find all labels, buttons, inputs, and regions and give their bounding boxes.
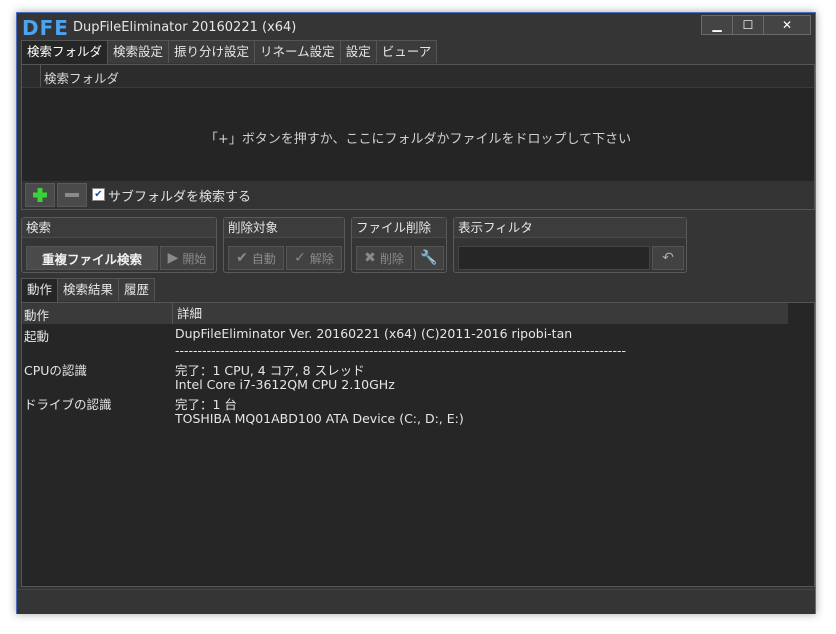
release-button[interactable]: ✓ 解除 [286,246,342,270]
plus-icon [33,188,47,202]
x-icon: ✖ [364,250,376,266]
log-detail: ----------------------------------------… [175,343,627,358]
start-button[interactable]: ▶ 開始 [160,246,214,270]
minimize-button[interactable]: ▁ [701,15,733,35]
app-logo: DFE [22,16,69,40]
window-title: DupFileEliminator 20160221 (x64) [73,20,297,35]
tab-search-results[interactable]: 検索結果 [57,278,120,301]
maximize-icon: ☐ [742,18,754,32]
action-log[interactable]: 動作 詳細 起動 DupFileEliminator Ver. 20160221… [21,302,815,587]
tab-viewer[interactable]: ビューア [375,40,438,63]
tab-search-folder[interactable]: 検索フォルダ [21,40,109,65]
folder-list-header: 検索フォルダ [22,65,814,88]
undo-icon: ↶ [662,250,674,266]
delete-options-button[interactable]: 🔧 [414,246,444,270]
delete-button[interactable]: ✖ 削除 [356,246,412,270]
play-icon: ▶ [167,250,179,266]
log-row[interactable]: TOSHIBA MQ01ABD100 ATA Device (C:, D:, E… [22,411,802,428]
minimize-icon: ▁ [712,18,722,32]
search-group-title: 検索 [22,218,216,238]
add-folder-button[interactable] [25,183,55,207]
file-delete-title: ファイル削除 [352,218,446,238]
log-header-detail[interactable]: 詳細 [172,303,788,324]
delete-target-group: 削除対象 ✔ 自動 ✓ 解除 [223,217,345,273]
display-filter-input[interactable] [458,246,650,270]
tab-history[interactable]: 履歴 [118,278,156,301]
log-tabs: 動作 検索結果 履歴 [21,278,156,303]
log-row[interactable]: ドライブの認識 完了：1 台 [22,394,802,412]
check-icon: ✔ [94,188,103,200]
log-detail: TOSHIBA MQ01ABD100 ATA Device (C:, D:, E… [175,411,464,426]
tab-action[interactable]: 動作 [21,278,59,303]
auto-button[interactable]: ✔ 自動 [228,246,284,270]
minus-icon [65,193,79,197]
display-filter-title: 表示フィルタ [454,218,686,238]
duplicate-search-button[interactable]: 重複ファイル検索 [26,246,158,270]
maximize-button[interactable]: ☐ [732,15,764,35]
tab-rename-settings[interactable]: リネーム設定 [254,40,341,63]
main-tabs: 検索フォルダ 検索設定 振り分け設定 リネーム設定 設定 ビューア [21,40,438,65]
close-icon: ✕ [781,18,793,32]
duplicate-search-label: 重複ファイル検索 [41,251,142,267]
file-delete-group: ファイル削除 ✖ 削除 🔧 [351,217,447,273]
delete-label: 削除 [379,251,404,266]
log-row[interactable]: Intel Core i7-3612QM CPU 2.10GHz [22,377,802,394]
delete-target-title: 削除対象 [224,218,344,238]
folder-column-header[interactable]: 検索フォルダ [44,68,119,87]
auto-label: 自動 [251,251,276,266]
subfolder-checkbox[interactable]: ✔ [92,188,105,201]
display-filter-group: 表示フィルタ ↶ [453,217,687,273]
drop-hint-text: 「+」ボタンを押すか、ここにフォルダかファイルをドロップして下さい [204,132,632,147]
log-header-action[interactable]: 動作 [24,305,170,324]
search-folder-list[interactable]: 検索フォルダ 「+」ボタンを押すか、ここにフォルダかファイルをドロップして下さい… [21,64,815,210]
tab-sort-settings[interactable]: 振り分け設定 [168,40,256,63]
log-row[interactable]: ----------------------------------------… [22,343,802,360]
log-header: 動作 詳細 [22,303,788,324]
folder-toolbar: ✔ サブフォルダを検索する [22,181,814,209]
app-window: DFE DupFileEliminator 20160221 (x64) ▁ ☐… [16,12,816,614]
check-icon: ✔ [236,250,248,266]
log-detail: DupFileEliminator Ver. 20160221 (x64) (C… [175,326,573,341]
subfolder-checkbox-label[interactable]: サブフォルダを検索する [108,186,251,205]
status-bar [17,589,815,614]
title-bar[interactable]: DFE DupFileEliminator 20160221 (x64) ▁ ☐… [17,13,815,41]
log-row[interactable]: 起動 DupFileEliminator Ver. 20160221 (x64)… [22,326,802,344]
tab-search-settings[interactable]: 検索設定 [107,40,170,63]
log-row[interactable]: CPUの認識 完了：1 CPU, 4 コア, 8 スレッド [22,360,802,378]
uncheck-icon: ✓ [294,250,306,266]
wrench-icon: 🔧 [420,250,438,266]
search-group: 検索 重複ファイル検索 ▶ 開始 [21,217,217,273]
tab-settings[interactable]: 設定 [339,40,377,63]
folder-list-header-blank [22,65,41,87]
remove-folder-button[interactable] [57,183,87,207]
close-button[interactable]: ✕ [763,15,811,35]
release-label: 解除 [309,251,334,266]
log-detail: Intel Core i7-3612QM CPU 2.10GHz [175,377,395,392]
start-label: 開始 [182,251,207,266]
filter-reset-button[interactable]: ↶ [652,246,684,270]
